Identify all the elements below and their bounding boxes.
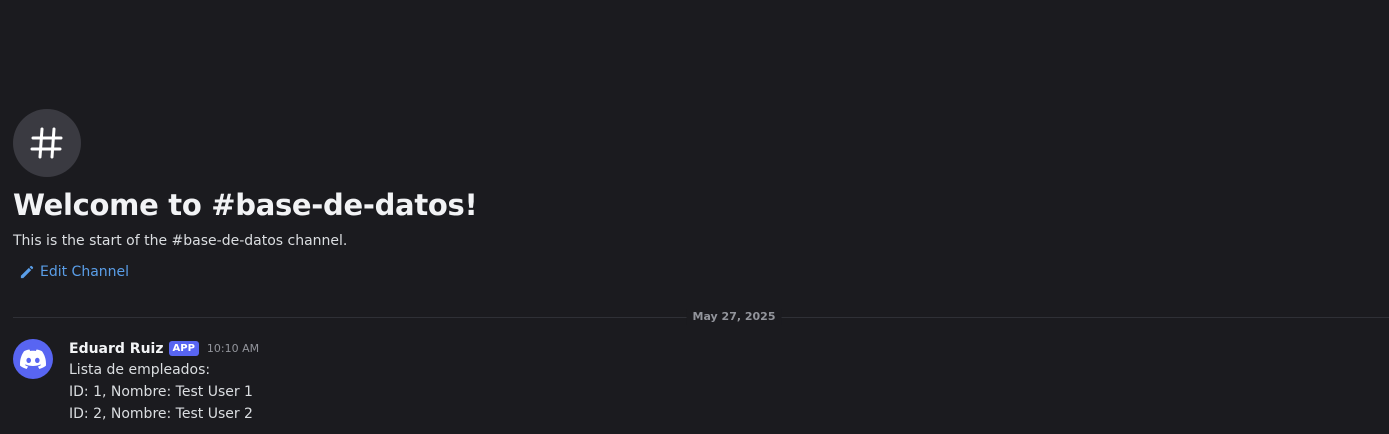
hashtag-icon [30,127,63,159]
message-line: ID: 1, Nombre: Test User 1 [69,384,253,400]
message-body: Eduard Ruiz APP 10:10 AM Lista de emplea… [69,339,259,425]
author-name[interactable]: Eduard Ruiz [69,341,164,357]
channel-intro: Welcome to #base-de-datos! This is the s… [13,109,478,284]
date-divider-label: May 27, 2025 [686,309,782,325]
discord-logo-icon [20,349,46,369]
edit-channel-label: Edit Channel [40,264,130,280]
message-content: Lista de empleados: ID: 1, Nombre: Test … [69,359,259,425]
app-tag: APP [168,341,199,356]
edit-channel-button[interactable]: Edit Channel [19,264,129,280]
channel-hash-badge [13,109,81,177]
date-divider: May 27, 2025 [13,309,1389,325]
avatar[interactable] [13,339,53,379]
welcome-subtitle: This is the start of the #base-de-datos … [13,233,348,249]
message-line: ID: 2, Nombre: Test User 2 [69,406,253,422]
message-line: Lista de empleados: [69,362,211,378]
welcome-title: Welcome to #base-de-datos! [13,188,478,222]
message-timestamp: 10:10 AM [206,342,260,355]
pencil-icon [20,265,34,278]
message-header: Eduard Ruiz APP 10:10 AM [69,339,259,358]
